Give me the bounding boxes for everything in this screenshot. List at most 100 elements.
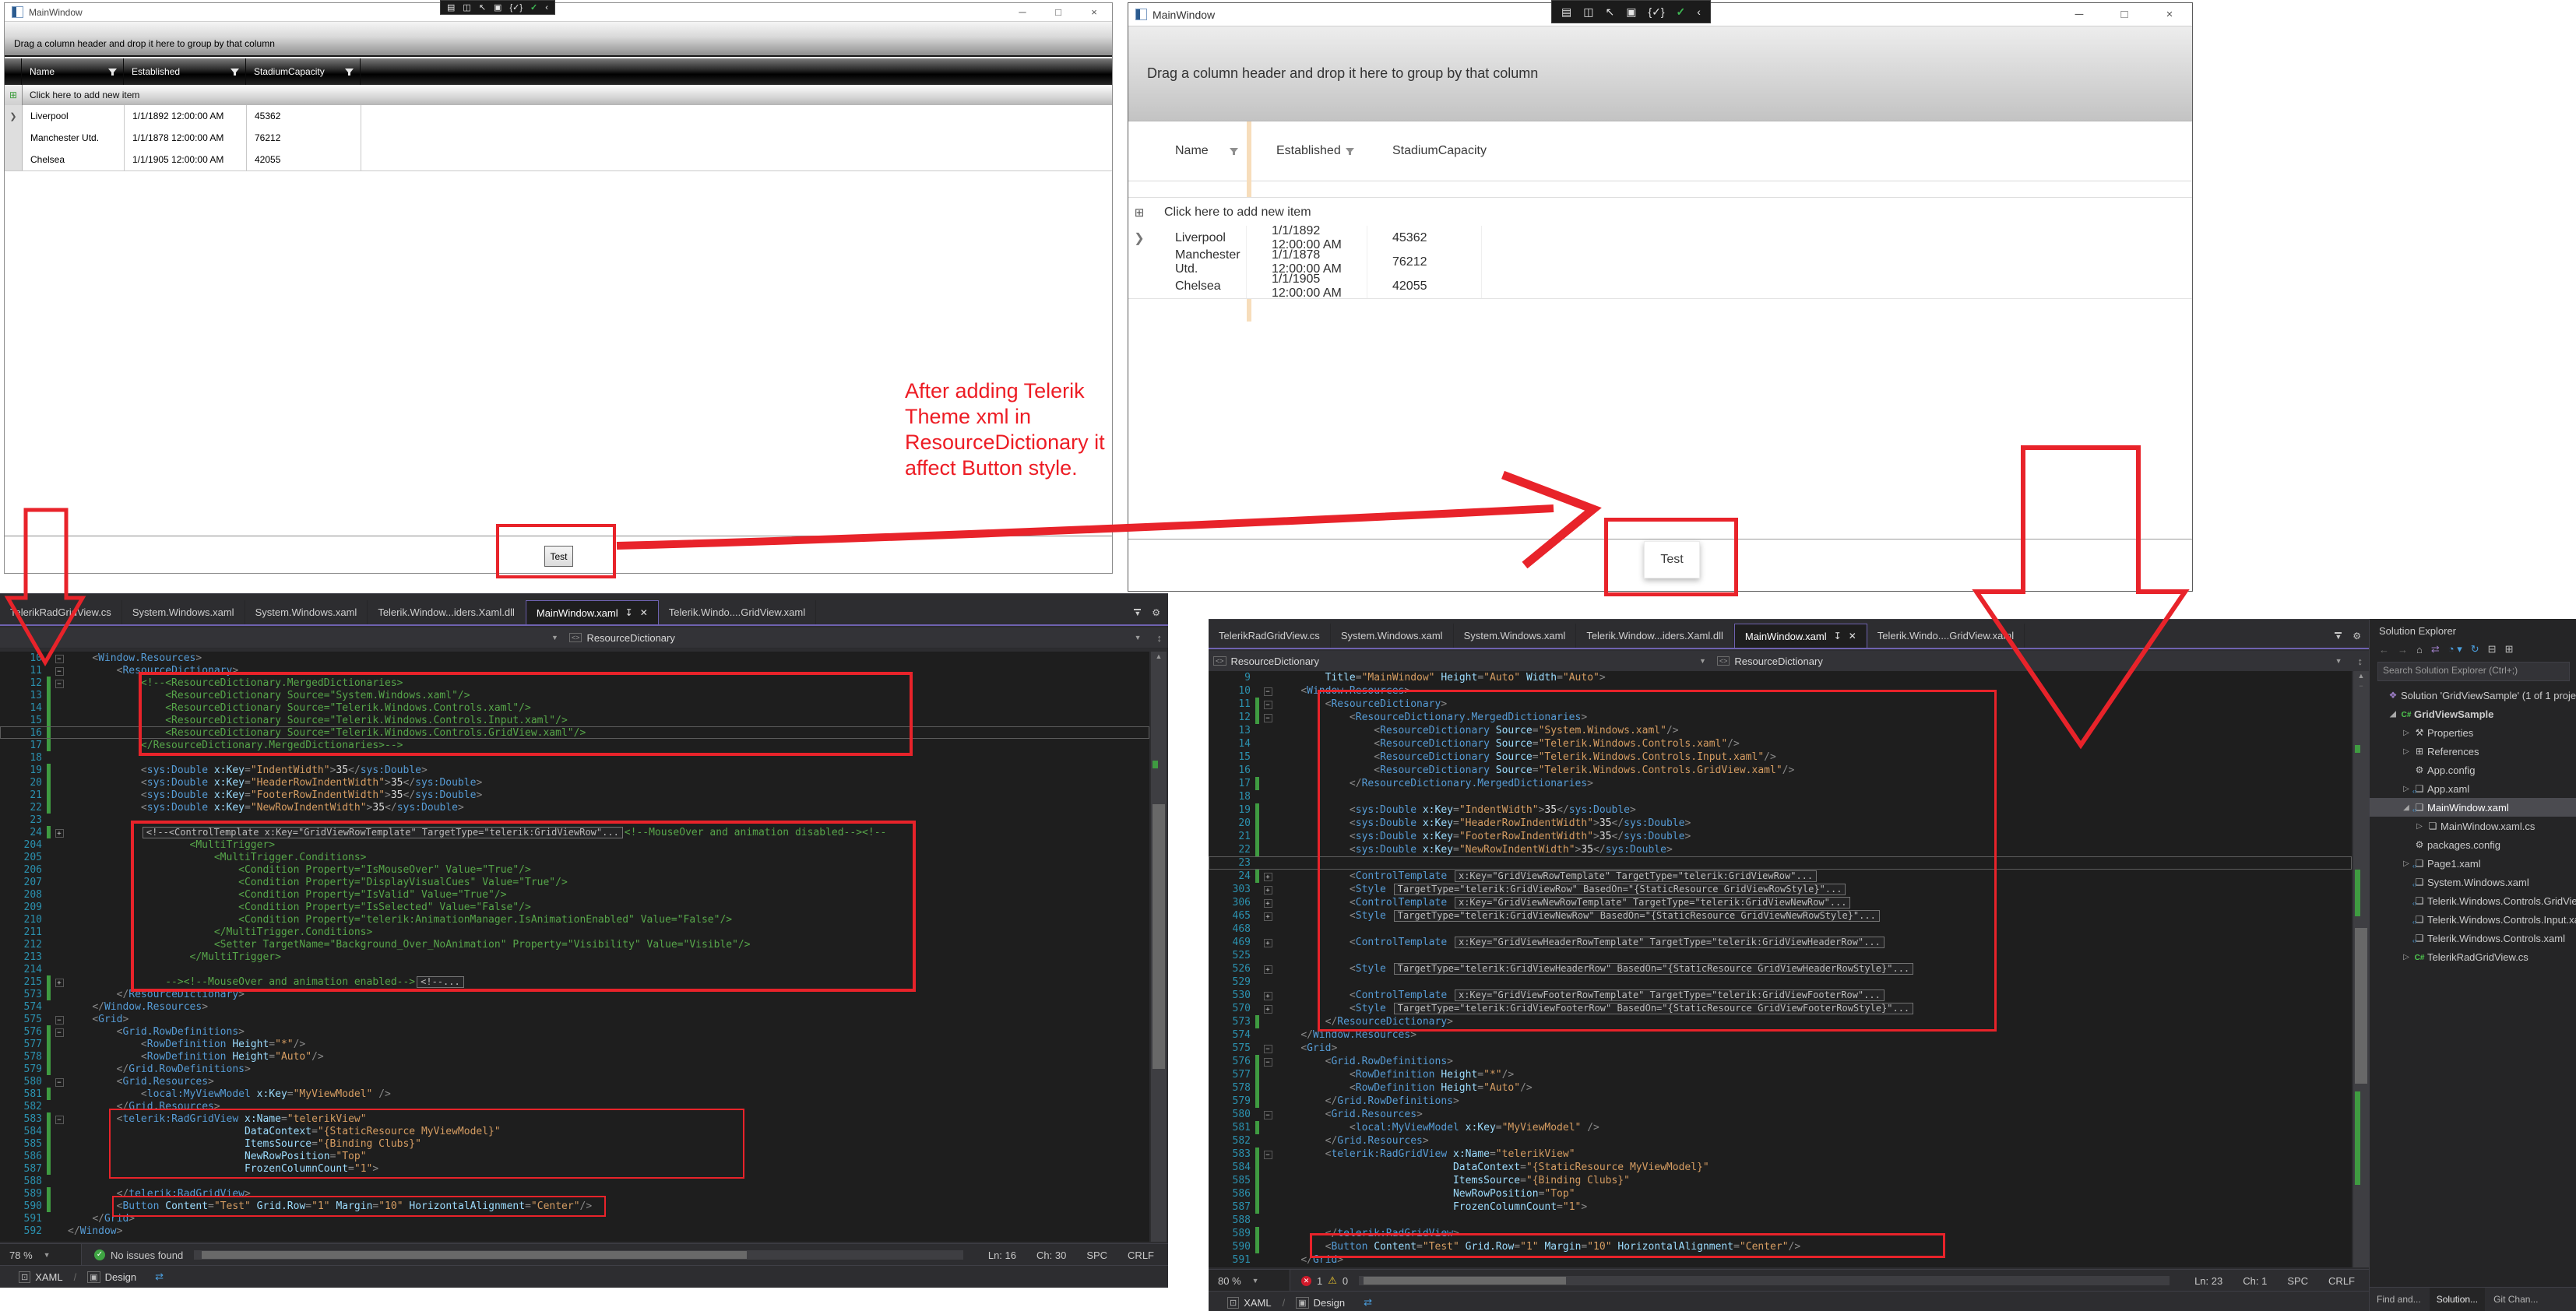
fold-collapse-icon[interactable]: −	[55, 1016, 64, 1025]
code-line-10[interactable]: 10− <Window.Resources>	[0, 652, 1149, 664]
code-line-589[interactable]: 589 </telerik:RadGridView>	[1209, 1227, 2352, 1240]
column-header-Name[interactable]: Name	[22, 58, 124, 85]
code-line-204[interactable]: 204 <MultiTrigger>	[0, 838, 1149, 851]
spaces-indicator[interactable]: SPC	[1086, 1249, 1107, 1261]
fold-margin[interactable]: −	[51, 1113, 68, 1125]
close-button[interactable]: ×	[2147, 8, 2192, 21]
code-line-469[interactable]: 469+ <ControlTemplate x:Key="GridViewHea…	[1209, 936, 2352, 949]
code-line-15[interactable]: 15 <ResourceDictionary Source="Telerik.W…	[1209, 750, 2352, 764]
code-line-530[interactable]: 530+ <ControlTemplate x:Key="GridViewFoo…	[1209, 989, 2352, 1002]
expander-open-icon[interactable]: ◢	[2401, 803, 2412, 812]
display-adorners-icon[interactable]: ▣	[494, 2, 501, 12]
filter-funnel-icon[interactable]	[107, 67, 118, 77]
code-line-588[interactable]: 588	[1209, 1214, 2352, 1227]
code-line-590[interactable]: 590 <Button Content="Test" Grid.Row="1" …	[1209, 1240, 2352, 1253]
swap-panes-icon[interactable]: ⇄	[155, 1271, 164, 1283]
code-line-210[interactable]: 210 <Condition Property="telerik:Animati…	[0, 913, 1149, 926]
expander-closed-icon[interactable]: ▷	[2414, 822, 2425, 831]
code-line-24[interactable]: 24+ <ControlTemplate x:Key="GridViewRowT…	[1209, 870, 2352, 883]
code-line-583[interactable]: 583− <telerik:RadGridView x:Name="teleri…	[0, 1112, 1149, 1125]
fold-expand-icon[interactable]: +	[55, 829, 64, 838]
code-line-574[interactable]: 574 </Window.Resources>	[0, 1000, 1149, 1013]
code-line-576[interactable]: 576− <Grid.RowDefinitions>	[0, 1025, 1149, 1038]
code-line-14[interactable]: 14 <ResourceDictionary Source="Telerik.W…	[1209, 737, 2352, 750]
add-new-item-row[interactable]: ⊞ Click here to add new item	[5, 85, 1112, 106]
code-line-578[interactable]: 578 <RowDefinition Height="Auto"/>	[0, 1050, 1149, 1063]
tree-item-Page1.xaml[interactable]: ▷❏‹›Page1.xaml	[2370, 854, 2576, 873]
code-line-586[interactable]: 586 NewRowPosition="Top"	[0, 1150, 1149, 1162]
code-line-13[interactable]: 13 <ResourceDictionary Source="System.Wi…	[0, 689, 1149, 701]
capture-frame-icon[interactable]: ◫	[1583, 5, 1593, 19]
code-line-215[interactable]: 215+ --><!--MouseOver and animation enab…	[0, 975, 1149, 988]
breadcrumb-secondary[interactable]: ResourceDictionary	[1734, 656, 1822, 667]
code-line-525[interactable]: 525	[1209, 949, 2352, 962]
fold-margin[interactable]: −	[1259, 1042, 1276, 1054]
minimize-button[interactable]: ─	[1005, 6, 1040, 18]
vertical-scrollbar[interactable]: ▲	[1151, 652, 1167, 1242]
gear-icon[interactable]: ⚙	[1152, 607, 1160, 618]
collapsed-region[interactable]: x:Key="GridViewNewRowTemplate" TargetTyp…	[1455, 897, 1851, 909]
filter-funnel-icon[interactable]	[230, 67, 240, 77]
tree-item-App.xaml[interactable]: ▷❏‹›App.xaml	[2370, 779, 2576, 798]
fold-collapse-icon[interactable]: −	[1264, 1045, 1272, 1053]
code-line-589[interactable]: 589 </telerik:RadGridView>	[0, 1187, 1149, 1200]
fold-collapse-icon[interactable]: −	[55, 680, 64, 688]
column-header-StadiumCapacity[interactable]: StadiumCapacity	[246, 58, 361, 85]
diagnostics-ok-icon[interactable]: ✓	[1677, 5, 1686, 19]
table-row[interactable]: Manchester Utd.1/1/1878 12:00:00 AM76212	[1128, 250, 2192, 275]
collapsed-region[interactable]: <!--<ControlTemplate x:Key="GridViewRowT…	[143, 827, 623, 838]
tab-xaml[interactable]: ⊡XAML	[1219, 1292, 1279, 1311]
fold-margin[interactable]: −	[1259, 1109, 1276, 1120]
fold-expand-icon[interactable]: +	[1264, 992, 1272, 1000]
table-row[interactable]: Chelsea1/1/1905 12:00:00 AM42055	[5, 149, 1112, 171]
vertical-scrollbar[interactable]: ▲ −	[2353, 671, 2369, 1267]
tree-item-System.Windows.xaml[interactable]: ❏‹›System.Windows.xaml	[2370, 873, 2576, 891]
tab-Telerik.Window...iders.Xaml.dll[interactable]: Telerik.Window...iders.Xaml.dll	[368, 600, 526, 624]
column-header-Established[interactable]: Established	[1251, 144, 1367, 158]
zoom-select[interactable]: 78 %▼	[0, 1244, 82, 1266]
capture-frame-icon[interactable]: ◫	[463, 2, 470, 12]
cell[interactable]: 45362	[1367, 226, 1482, 250]
code-line-21[interactable]: 21 <sys:Double x:Key="FooterRowIndentWid…	[1209, 830, 2352, 843]
fold-margin[interactable]: +	[1259, 870, 1276, 882]
fold-collapse-icon[interactable]: −	[55, 1028, 64, 1037]
code-line-11[interactable]: 11− <ResourceDictionary>	[0, 664, 1149, 677]
code-line-9[interactable]: 9 Title="MainWindow" Height="Auto" Width…	[1209, 671, 2352, 684]
code-line-208[interactable]: 208 <Condition Property="IsValid" Value=…	[0, 888, 1149, 901]
show-all-files-icon[interactable]: ⊞	[2505, 643, 2514, 656]
code-line-24[interactable]: 24+ <!--<ControlTemplate x:Key="GridView…	[0, 826, 1149, 838]
code-line-585[interactable]: 585 ItemsSource="{Binding Clubs}"	[0, 1137, 1149, 1150]
fold-margin[interactable]: −	[51, 665, 68, 677]
fold-collapse-icon[interactable]: −	[55, 1116, 64, 1124]
expander-closed-icon[interactable]: ▷	[2401, 747, 2412, 756]
collapse-toolbar-icon[interactable]: ‹	[1697, 5, 1701, 18]
display-adorners-icon[interactable]: ▣	[1626, 5, 1636, 19]
code-line-16[interactable]: 16 <ResourceDictionary Source="Telerik.W…	[0, 726, 1149, 739]
code-line-19[interactable]: 19 <sys:Double x:Key="IndentWidth">35</s…	[0, 764, 1149, 776]
code-line-526[interactable]: 526+ <Style TargetType="telerik:GridView…	[1209, 962, 2352, 975]
fold-collapse-icon[interactable]: −	[55, 667, 64, 676]
minimize-button[interactable]: ─	[2057, 8, 2102, 21]
tab-list-icon[interactable]: ▼	[2335, 632, 2342, 640]
code-line-592[interactable]: 592</Window>	[0, 1225, 1149, 1237]
code-line-590[interactable]: 590 <Button Content="Test" Grid.Row="1" …	[0, 1200, 1149, 1212]
code-line-20[interactable]: 20 <sys:Double x:Key="HeaderRowIndentWid…	[1209, 817, 2352, 830]
cell[interactable]: 1/1/1878 12:00:00 AM	[1247, 250, 1367, 274]
code-line-17[interactable]: 17 </ResourceDictionary.MergedDictionari…	[1209, 777, 2352, 790]
fold-collapse-icon[interactable]: −	[1264, 714, 1272, 722]
fold-collapse-icon[interactable]: −	[1264, 1111, 1272, 1119]
tree-item-Telerik.Windows.Controls.Input.xaml[interactable]: ❏‹›Telerik.Windows.Controls.Input.xaml	[2370, 910, 2576, 929]
tree-item-GridViewSample[interactable]: ◢C#GridViewSample	[2370, 705, 2576, 723]
tree-item-packages.config[interactable]: ⚙packages.config	[2370, 835, 2576, 854]
close-icon[interactable]: ✕	[640, 607, 648, 618]
code-line-585[interactable]: 585 ItemsSource="{Binding Clubs}"	[1209, 1174, 2352, 1187]
tree-item-References[interactable]: ▷⊞References	[2370, 742, 2576, 761]
column-header-Established[interactable]: Established	[124, 58, 246, 85]
filter-funnel-icon[interactable]	[1229, 146, 1239, 156]
tab-xaml[interactable]: ⊡XAML	[11, 1266, 71, 1288]
tab-TelerikRadGridView.cs[interactable]: TelerikRadGridView.cs	[1209, 624, 1331, 648]
column-header-StadiumCapacity[interactable]: StadiumCapacity	[1367, 144, 1487, 158]
code-line-575[interactable]: 575− <Grid>	[1209, 1042, 2352, 1055]
code-line-591[interactable]: 591 </Grid>	[1209, 1253, 2352, 1267]
tree-item-MainWindow.xaml.cs[interactable]: ▷❏MainWindow.xaml.cs	[2370, 817, 2576, 835]
